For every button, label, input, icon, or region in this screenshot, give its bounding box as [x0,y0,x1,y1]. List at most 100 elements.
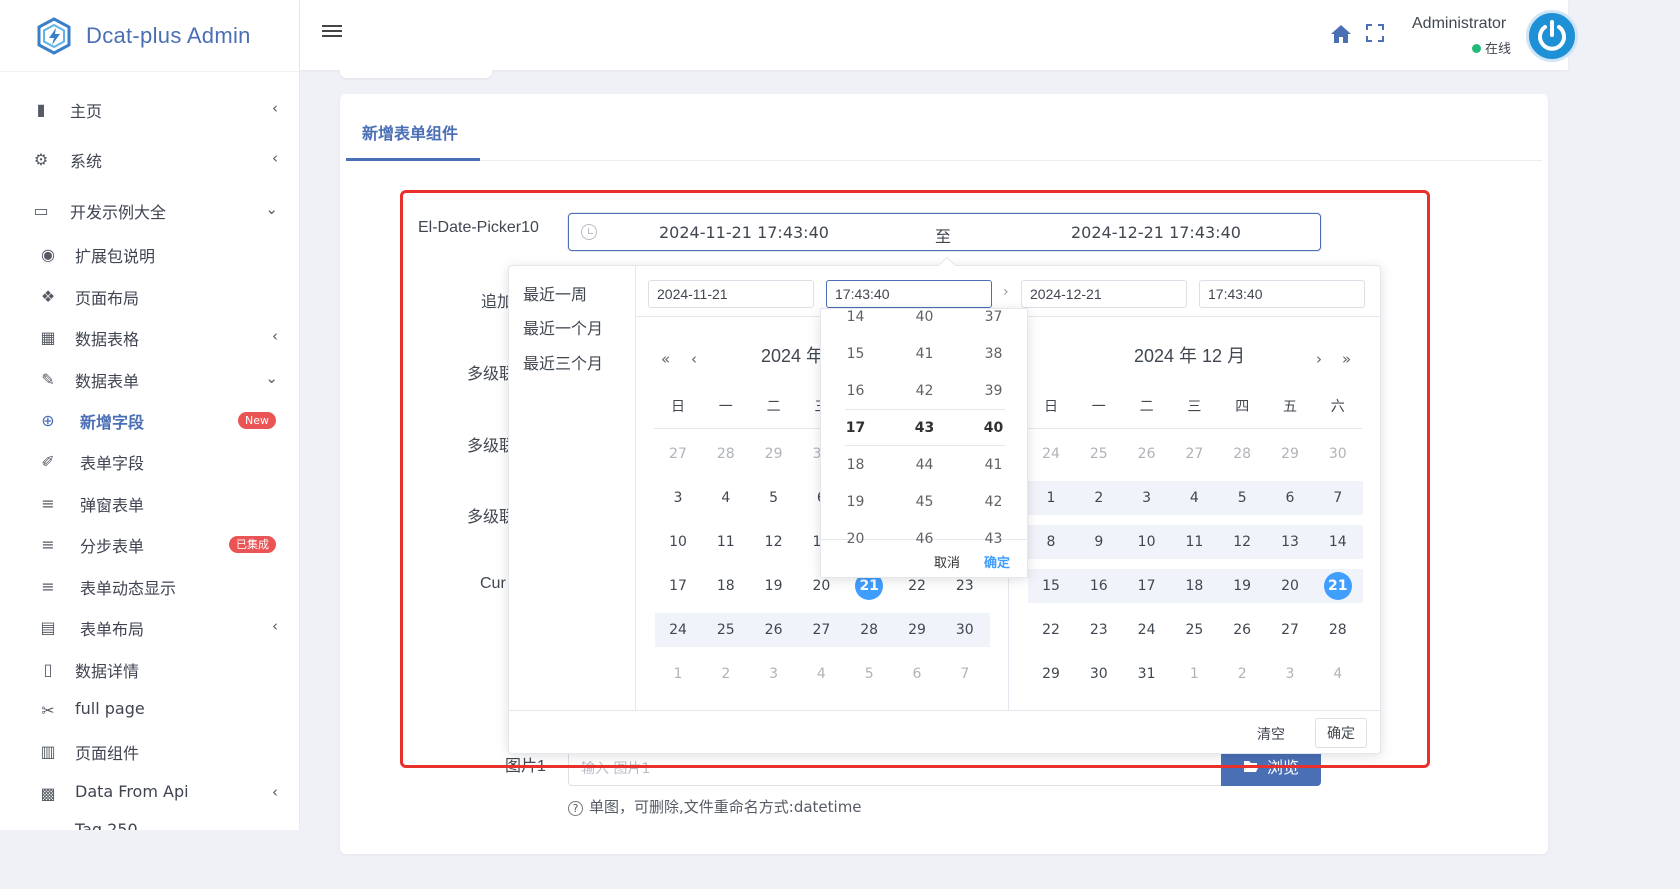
prev-month-icon[interactable]: ‹ [691,350,697,368]
fullscreen-icon[interactable] [1366,24,1384,42]
time-confirm-button[interactable]: 确定 [984,552,1010,571]
minute-option[interactable]: 42 [890,383,959,399]
day-cell[interactable]: 1 [654,660,702,688]
second-option[interactable]: 40 [959,420,1027,436]
day-cell[interactable]: 4 [702,484,750,512]
day-cell[interactable]: 3 [1266,660,1314,688]
day-cell[interactable]: 4 [797,660,845,688]
hour-option[interactable]: 16 [821,383,890,399]
tab-add-form-component[interactable]: 新增表单组件 [362,120,458,144]
day-cell[interactable]: 25 [1170,616,1218,644]
sidebar-item-0[interactable]: ▮ 主页 ‹ [0,98,299,121]
day-cell[interactable]: 30 [1314,440,1362,468]
hour-option[interactable]: 20 [821,531,890,547]
shortcut-last-week[interactable]: 最近一周 [523,281,587,305]
sidebar-item-3[interactable]: ◉ 扩展包说明 [0,243,299,267]
day-cell[interactable]: 23 [1075,616,1123,644]
range-end-value[interactable]: 2024-12-21 17:43:40 [1071,223,1241,242]
end-time-input[interactable]: 17:43:40 [1199,280,1365,308]
day-cell[interactable]: 16 [1075,572,1123,600]
day-cell[interactable]: 5 [1218,484,1266,512]
sidebar-item-14[interactable]: ✂ full page [0,699,299,721]
day-cell[interactable]: 1 [1027,484,1075,512]
day-cell[interactable]: 20 [1266,572,1314,600]
menu-toggle-icon[interactable] [322,22,342,42]
day-cell[interactable]: 26 [1123,440,1171,468]
day-cell[interactable]: 3 [1123,484,1171,512]
day-cell[interactable]: 26 [750,616,798,644]
day-cell[interactable]: 28 [1218,440,1266,468]
day-cell[interactable]: 29 [1266,440,1314,468]
avatar[interactable] [1526,10,1578,62]
shortcut-last-month[interactable]: 最近一个月 [523,315,603,339]
day-cell[interactable]: 10 [654,528,702,556]
start-date-input[interactable]: 2024-11-21 [648,280,814,308]
prev-year-icon[interactable]: « [661,350,670,368]
minute-option[interactable]: 44 [890,457,959,473]
sidebar-item-2[interactable]: ▭ 开发示例大全 ⌄ [0,199,299,222]
minute-option[interactable]: 46 [890,531,959,547]
range-start-value[interactable]: 2024-11-21 17:43:40 [659,223,829,242]
sidebar-item-17[interactable]: – Tag 250 [0,820,299,830]
second-option[interactable]: 42 [959,494,1027,510]
day-cell[interactable]: 15 [1027,572,1075,600]
hour-option[interactable]: 17 [821,420,890,436]
day-cell[interactable]: 24 [1123,616,1171,644]
sidebar-item-9[interactable]: ≡ 弹窗表单 [0,492,299,516]
second-option[interactable]: 39 [959,383,1027,399]
day-cell[interactable]: 12 [750,528,798,556]
day-cell[interactable]: 28 [1314,616,1362,644]
minute-option[interactable]: 45 [890,494,959,510]
day-cell[interactable]: 30 [1075,660,1123,688]
day-cell[interactable]: 26 [1218,616,1266,644]
day-cell[interactable]: 24 [654,616,702,644]
sidebar-item-15[interactable]: ▥ 页面组件 [0,740,299,764]
sidebar-item-13[interactable]: ▯ 数据详情 [0,658,299,682]
day-cell[interactable]: 25 [1075,440,1123,468]
clear-button[interactable]: 清空 [1257,724,1285,744]
sidebar-item-6[interactable]: ✎ 数据表单 ⌄ [0,368,299,391]
day-cell[interactable]: 5 [750,484,798,512]
day-cell[interactable]: 1 [1170,660,1218,688]
sidebar-item-10[interactable]: ≡ 分步表单 已集成 [0,533,299,556]
day-cell[interactable]: 2 [1075,484,1123,512]
day-cell[interactable]: 27 [654,440,702,468]
day-cell[interactable]: 6 [893,660,941,688]
second-option[interactable]: 41 [959,457,1027,473]
confirm-button[interactable]: 确定 [1315,718,1367,748]
day-cell[interactable]: 18 [702,572,750,600]
brand[interactable]: Dcat-plus Admin [0,0,299,72]
second-option[interactable]: 38 [959,346,1027,362]
sidebar-item-5[interactable]: ▦ 数据表格 ‹ [0,326,299,349]
day-cell[interactable]: 19 [1218,572,1266,600]
day-cell[interactable]: 3 [750,660,798,688]
minute-option[interactable]: 41 [890,346,959,362]
day-cell[interactable]: 13 [1266,528,1314,556]
minute-option[interactable]: 40 [890,309,959,325]
day-cell[interactable]: 28 [702,440,750,468]
day-cell[interactable]: 27 [1266,616,1314,644]
day-cell[interactable]: 17 [654,572,702,600]
minute-option[interactable]: 43 [890,420,959,436]
day-cell[interactable]: 6 [1266,484,1314,512]
day-cell[interactable]: 9 [1075,528,1123,556]
day-cell[interactable]: 5 [845,660,893,688]
day-cell[interactable]: 29 [750,440,798,468]
second-option[interactable]: 43 [959,531,1027,547]
day-cell[interactable]: 3 [654,484,702,512]
day-cell[interactable]: 30 [941,616,989,644]
end-date-input[interactable]: 2024-12-21 [1021,280,1187,308]
day-cell[interactable]: 2 [1218,660,1266,688]
shortcut-last-three-months[interactable]: 最近三个月 [523,350,603,374]
selected-day[interactable]: 21 [1314,572,1362,600]
day-cell[interactable]: 14 [1314,528,1362,556]
time-cancel-button[interactable]: 取消 [934,552,960,571]
day-cell[interactable]: 24 [1027,440,1075,468]
day-cell[interactable]: 4 [1314,660,1362,688]
next-year-icon[interactable]: » [1342,350,1351,368]
day-cell[interactable]: 27 [1170,440,1218,468]
day-cell[interactable]: 28 [845,616,893,644]
day-cell[interactable]: 25 [702,616,750,644]
day-cell[interactable]: 10 [1123,528,1171,556]
hour-option[interactable]: 15 [821,346,890,362]
